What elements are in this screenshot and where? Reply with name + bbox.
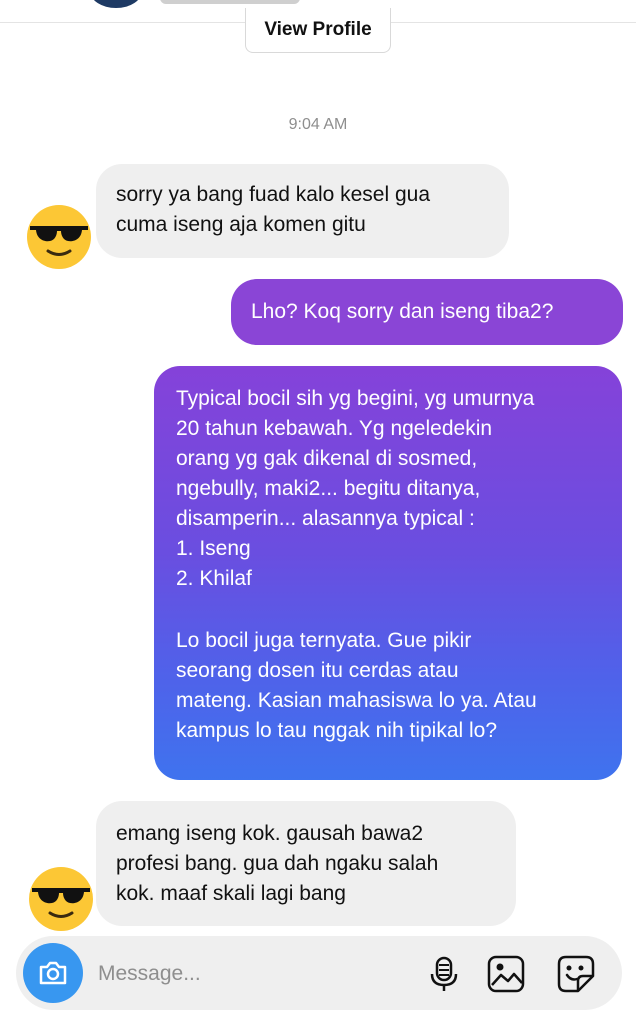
message-line: 1. Iseng <box>176 537 251 560</box>
microphone-icon[interactable] <box>424 954 464 994</box>
message-timestamp: 9:04 AM <box>288 116 348 133</box>
incoming-message-bubble[interactable]: sorry ya bang fuad kalo kesel gua cuma i… <box>96 164 509 258</box>
message-line: cuma iseng aja komen gitu <box>116 213 366 236</box>
message-composer <box>16 936 622 1010</box>
message-line: kok. maaf skali lagi bang <box>116 882 346 905</box>
view-profile-button[interactable]: View Profile <box>245 8 391 53</box>
message-line: mateng. Kasian mahasiswa lo ya. Atau <box>176 689 537 712</box>
message-input[interactable] <box>96 954 400 994</box>
camera-icon <box>39 961 67 985</box>
message-line: sorry ya bang fuad kalo kesel gua <box>116 183 431 206</box>
message-line: Typical bocil sih yg begini, yg umurnya <box>176 387 535 410</box>
gallery-icon[interactable] <box>486 954 526 994</box>
message-line: ngebully, maki2... begitu ditanya, <box>176 477 481 500</box>
incoming-message-bubble[interactable]: emang iseng kok. gausah bawa2 profesi ba… <box>96 801 516 926</box>
camera-button[interactable] <box>23 943 83 1003</box>
contact-name-cutoff <box>160 0 300 4</box>
message-line: 2. Khilaf <box>176 567 252 590</box>
message-line: emang iseng kok. gausah bawa2 <box>116 822 424 845</box>
outgoing-message-bubble[interactable]: Typical bocil sih yg begini, yg umurnya … <box>154 366 622 780</box>
sticker-icon[interactable] <box>556 954 596 994</box>
message-line: Lo bocil juga ternyata. Gue pikir <box>176 629 472 652</box>
outgoing-message-bubble[interactable]: Lho? Koq sorry dan iseng tiba2? <box>231 279 623 345</box>
message-line: 20 tahun kebawah. Yg ngeledekin <box>176 417 493 440</box>
contact-avatar[interactable] <box>90 0 142 8</box>
message-line: kampus lo tau nggak nih tipikal lo? <box>176 719 498 742</box>
message-line: Lho? Koq sorry dan iseng tiba2? <box>251 300 554 323</box>
message-line: disamperin... alasannya typical : <box>176 507 475 530</box>
message-line: seorang dosen itu cerdas atau <box>176 659 459 682</box>
sunglasses-emoji-icon[interactable] <box>28 866 94 932</box>
message-line: orang yg gak dikenal di sosmed, <box>176 447 478 470</box>
message-line: profesi bang. gua dah ngaku salah <box>116 852 439 875</box>
sunglasses-emoji-icon[interactable] <box>26 204 92 270</box>
